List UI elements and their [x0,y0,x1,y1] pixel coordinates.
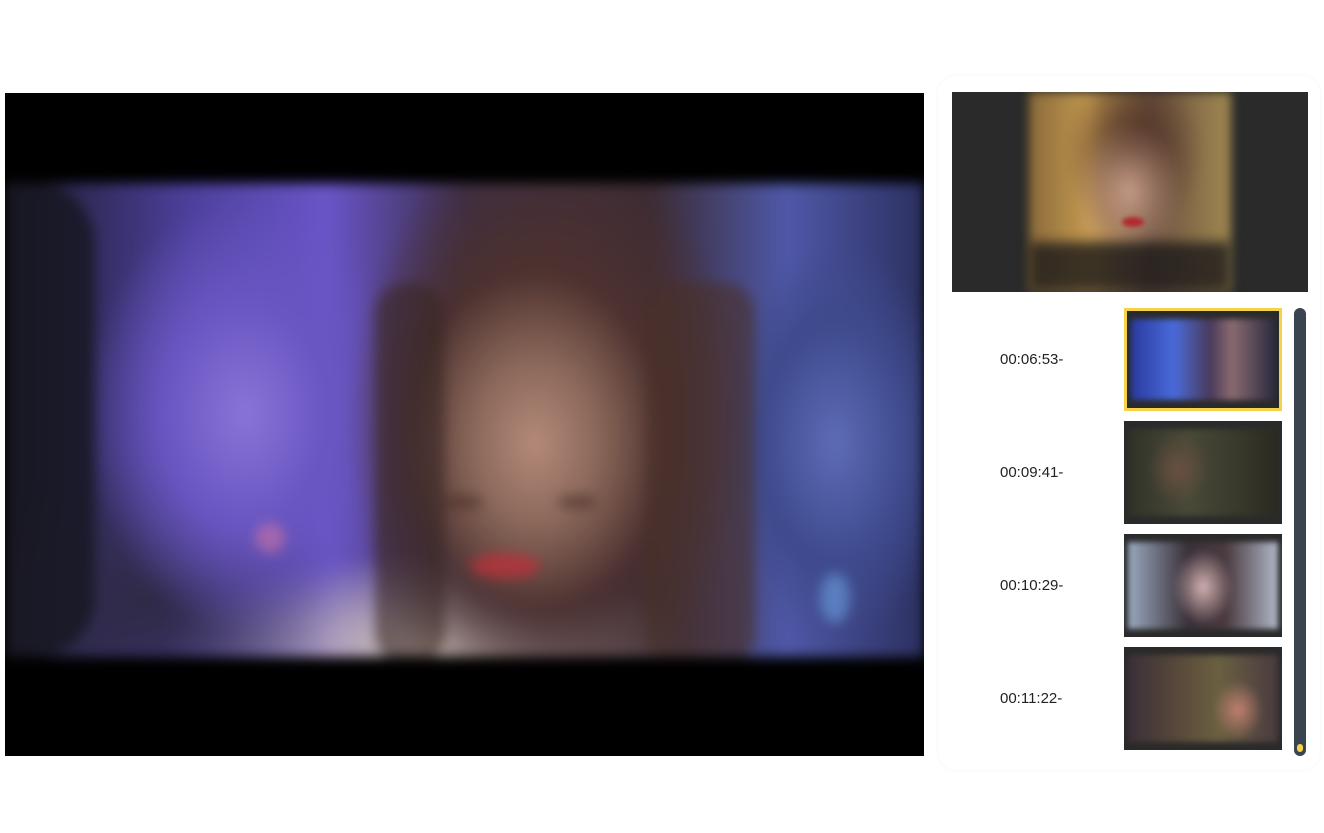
scene-thumbnail[interactable] [1124,647,1282,750]
scene-item[interactable]: 00:09:41- [952,421,1287,524]
scene-item[interactable]: 00:06:53- [952,308,1287,411]
scene-timestamp: 00:10:29- [1000,577,1064,594]
video-player[interactable] [5,93,924,756]
scene-timestamp: 00:06:53- [1000,351,1064,368]
video-frame [5,183,924,657]
scene-timestamp: 00:09:41- [1000,464,1064,481]
scene-thumbnail[interactable] [1124,308,1282,411]
scene-thumbnail[interactable] [1124,421,1282,524]
scene-timestamp: 00:11:22- [1000,690,1063,707]
scene-item[interactable]: 00:11:22- [952,647,1287,750]
scene-list-scrollbar[interactable] [1294,308,1306,756]
scene-thumbnail[interactable] [1124,534,1282,637]
scene-item[interactable]: 00:10:29- [952,534,1287,637]
scene-preview [952,92,1308,292]
scene-list: 00:06:53- 00:09:41- 00:10:29- 00:11:22- [952,308,1287,758]
scene-panel: 00:06:53- 00:09:41- 00:10:29- 00:11:22- [938,76,1320,770]
scrollbar-thumb[interactable] [1297,744,1303,752]
